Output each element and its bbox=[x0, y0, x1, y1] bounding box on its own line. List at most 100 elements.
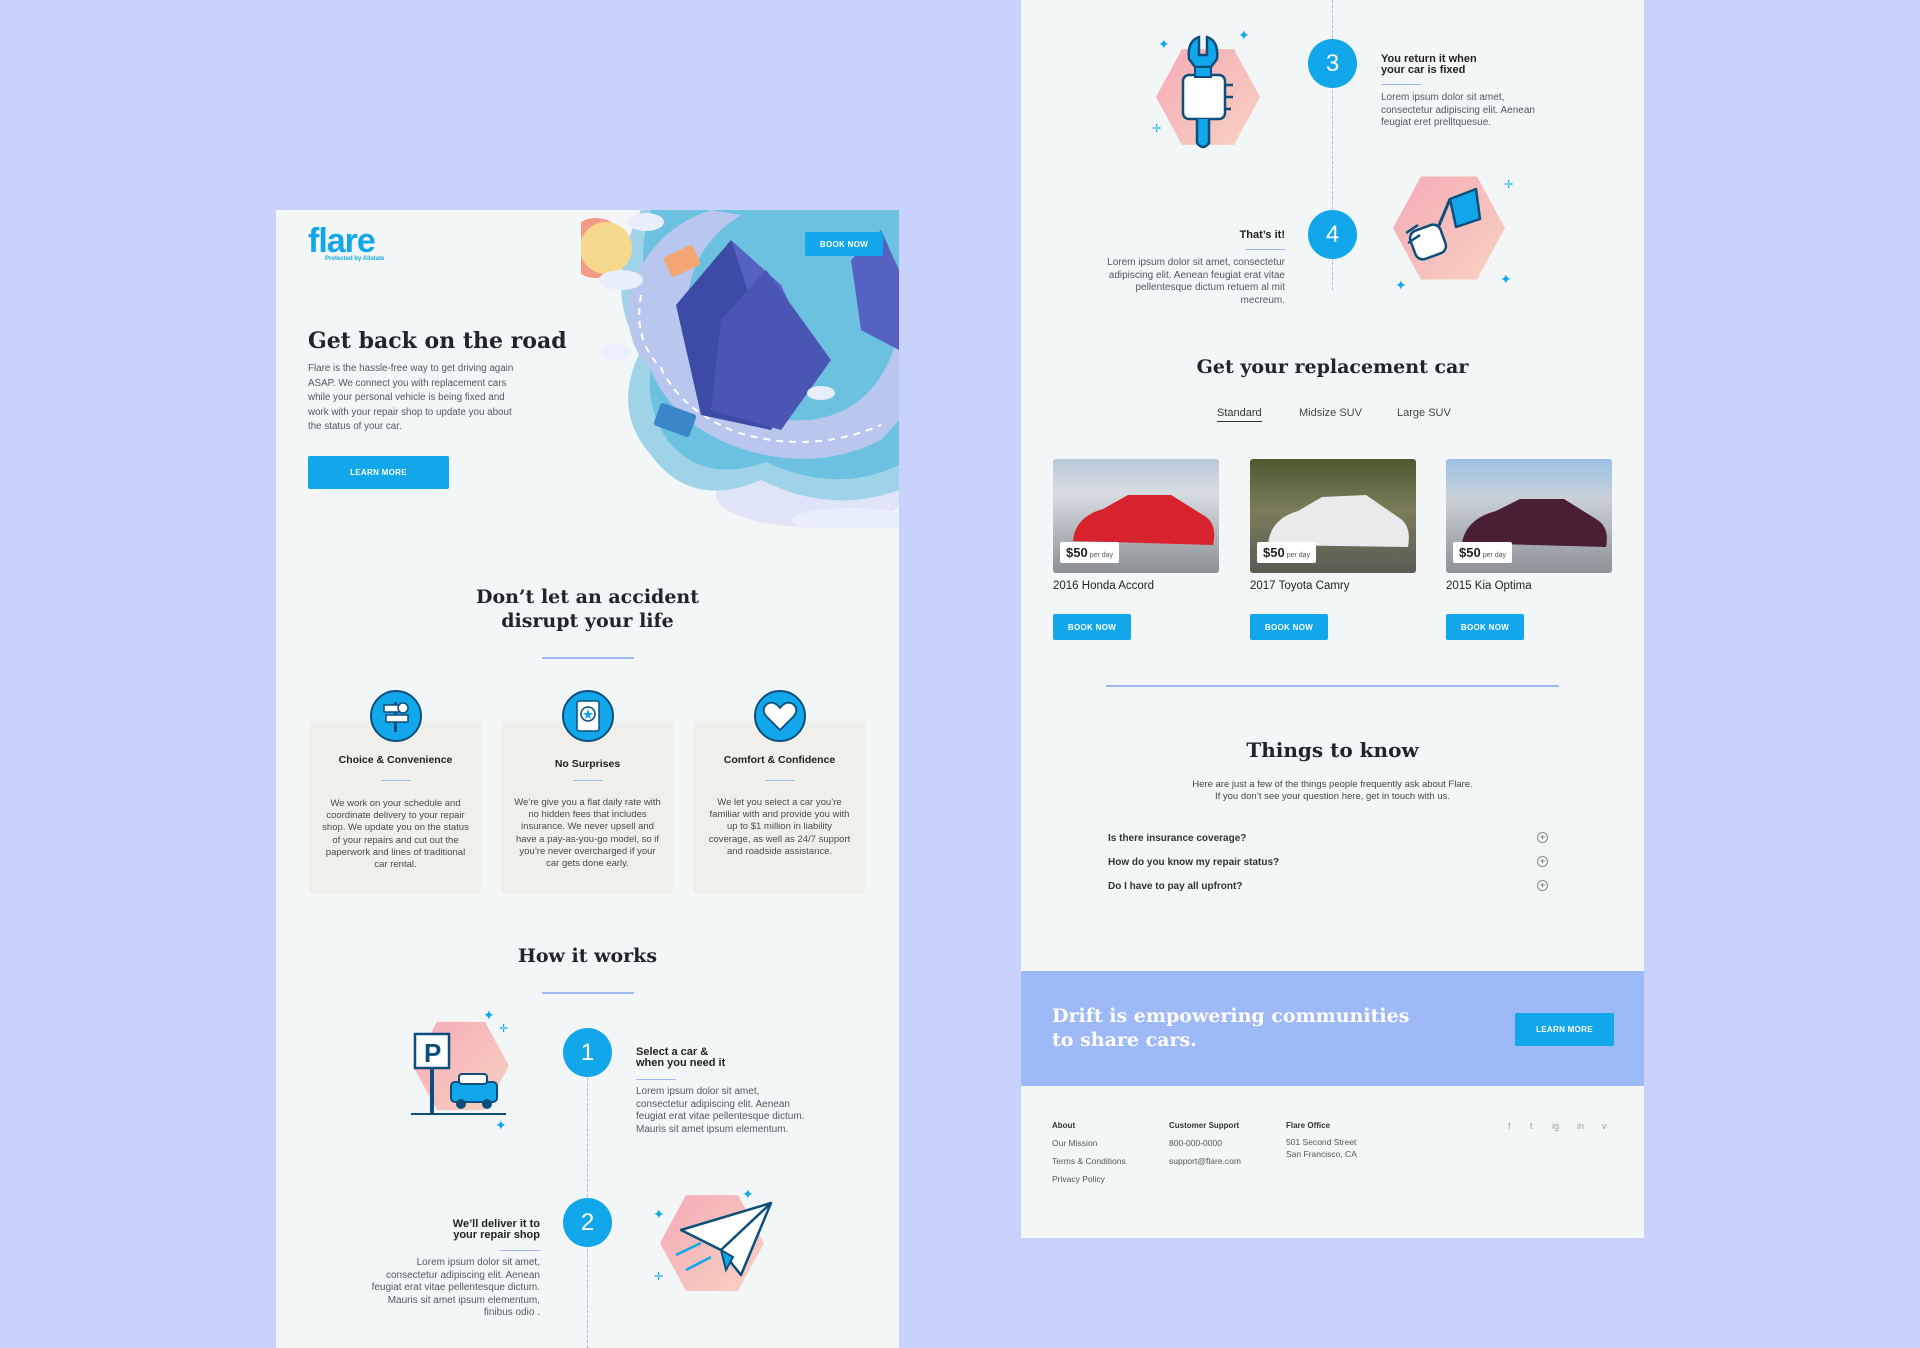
expand-icon[interactable]: + bbox=[1537, 880, 1548, 891]
sparkle-icon: ✦ bbox=[483, 1007, 495, 1023]
hero-title: Get back on the road bbox=[308, 328, 567, 354]
car-photo[interactable]: $50 per day bbox=[1250, 459, 1416, 573]
car-name: 2015 Kia Optima bbox=[1446, 580, 1532, 592]
footer-heading: Flare Office bbox=[1286, 1121, 1331, 1130]
step-number: 1 bbox=[563, 1028, 612, 1077]
landing-page-right: ✦ ✦ ✛ 3 You return it when your car is f… bbox=[1021, 0, 1644, 1238]
benefit-card: Comfort & Confidence We let you select a… bbox=[693, 690, 866, 894]
step-divider bbox=[500, 1250, 540, 1251]
step-text: Lorem ipsum dolor sit amet, consectetur … bbox=[371, 1257, 540, 1318]
benefit-title: Choice & Convenience bbox=[338, 754, 453, 766]
benefits-title-line1: Don’t let an accident bbox=[475, 586, 700, 608]
footer-email[interactable]: support@flare.com bbox=[1169, 1156, 1241, 1166]
banner-text: to share cars. bbox=[1052, 1029, 1197, 1051]
signpost-icon bbox=[370, 690, 422, 742]
vimeo-icon[interactable]: v bbox=[1602, 1121, 1607, 1131]
price-badge: $50 per day bbox=[1453, 542, 1513, 563]
tab-large-suv[interactable]: Large SUV bbox=[1397, 407, 1451, 419]
heart-icon bbox=[754, 690, 806, 742]
benefits-divider bbox=[542, 657, 634, 659]
sparkle-icon: ✦ bbox=[1158, 36, 1170, 52]
price-badge: $50 per day bbox=[1257, 542, 1317, 563]
step-divider bbox=[1381, 84, 1421, 85]
sparkle-icon: ✦ bbox=[653, 1206, 665, 1222]
hero-body: Flare is the hassle-free way to get driv… bbox=[308, 363, 514, 432]
instagram-icon[interactable]: ig bbox=[1552, 1121, 1559, 1131]
sparkle-icon: ✦ bbox=[1395, 277, 1407, 293]
car-name: 2016 Honda Accord bbox=[1053, 580, 1155, 592]
car-body bbox=[1073, 495, 1215, 545]
footer-address: 501 Second Street bbox=[1286, 1137, 1357, 1147]
book-now-button[interactable]: BOOK NOW bbox=[1446, 614, 1524, 640]
cars-title: Get your replacement car bbox=[1196, 356, 1469, 378]
landing-page-left: flare Protected by Allstate BOOK NOW Get… bbox=[276, 210, 899, 1348]
car-body bbox=[1462, 499, 1607, 547]
faq-item[interactable]: Do I have to pay all upfront? + bbox=[1108, 880, 1548, 892]
car-body bbox=[1268, 495, 1409, 547]
linkedin-icon[interactable]: in bbox=[1577, 1121, 1584, 1131]
learn-more-button[interactable]: LEARN MORE bbox=[308, 456, 449, 489]
paper-plane-icon bbox=[675, 1201, 773, 1277]
benefit-text: We’re give you a flat daily rate with no… bbox=[514, 797, 661, 870]
expand-icon[interactable]: + bbox=[1537, 832, 1548, 843]
faq-item[interactable]: Is there insurance coverage? + bbox=[1108, 832, 1548, 844]
step-number: 2 bbox=[563, 1198, 612, 1247]
step-number: 3 bbox=[1308, 39, 1357, 88]
sparkle-icon: ✛ bbox=[499, 1023, 509, 1035]
benefit-card: No Surprises We’re give you a flat daily… bbox=[501, 690, 674, 894]
footer-link[interactable]: Terms & Conditions bbox=[1052, 1156, 1126, 1166]
step-title: your car is fixed bbox=[1381, 64, 1466, 76]
sparkle-icon: ✦ bbox=[1238, 27, 1250, 43]
expand-icon[interactable]: + bbox=[1537, 856, 1548, 867]
facebook-icon[interactable]: f bbox=[1508, 1121, 1511, 1131]
car-name: 2017 Toyota Camry bbox=[1250, 580, 1350, 592]
sparkle-icon: ✦ bbox=[1500, 271, 1512, 287]
sparkle-icon: ✦ bbox=[495, 1117, 507, 1133]
book-now-button[interactable]: BOOK NOW bbox=[805, 232, 883, 256]
flag-hand-icon bbox=[1405, 187, 1482, 261]
benefit-card: Choice & Convenience We work on your sch… bbox=[309, 690, 482, 894]
svg-text:P: P bbox=[424, 1038, 441, 1068]
step-text: Lorem ipsum dolor sit amet, consectetur … bbox=[636, 1086, 805, 1135]
footer-phone[interactable]: 800-000-0000 bbox=[1169, 1138, 1222, 1148]
faq-intro: Here are just a few of the things people… bbox=[1192, 779, 1473, 790]
book-now-button[interactable]: BOOK NOW bbox=[1053, 614, 1131, 640]
twitter-icon[interactable]: t bbox=[1530, 1121, 1533, 1131]
benefit-title: Comfort & Confidence bbox=[723, 754, 836, 766]
parking-icon: P bbox=[411, 1032, 506, 1115]
step-divider bbox=[1245, 249, 1285, 250]
tab-standard[interactable]: Standard bbox=[1217, 407, 1262, 422]
benefit-text: We work on your schedule and coordinate … bbox=[322, 798, 469, 871]
step-text: Lorem ipsum dolor sit amet, consectetur … bbox=[1107, 257, 1285, 306]
step-text: Lorem ipsum dolor sit amet, consectetur … bbox=[1381, 92, 1535, 128]
benefits-title-line2: disrupt your life bbox=[501, 610, 674, 632]
footer-heading: Customer Support bbox=[1169, 1121, 1240, 1130]
sparkle-icon: ✦ bbox=[742, 1186, 754, 1202]
footer-link[interactable]: Privacy Policy bbox=[1052, 1174, 1105, 1184]
wrench-hand-icon bbox=[1181, 35, 1233, 149]
hero-illustration bbox=[581, 210, 899, 528]
faq-item[interactable]: How do you know my repair status? + bbox=[1108, 856, 1548, 868]
promo-banner: Drift is empowering communities to share… bbox=[1021, 971, 1644, 1086]
benefit-title: No Surprises bbox=[554, 758, 621, 770]
banner-text: Drift is empowering communities bbox=[1052, 1005, 1410, 1027]
sparkle-icon: ✛ bbox=[654, 1271, 664, 1283]
faq-title: Things to know bbox=[1246, 738, 1419, 762]
badge-icon bbox=[562, 690, 614, 742]
car-photo[interactable]: $50 per day bbox=[1053, 459, 1219, 573]
step-title: your repair shop bbox=[453, 1229, 540, 1241]
car-photo[interactable]: $50 per day bbox=[1446, 459, 1612, 573]
logo-tagline: Protected by Allstate bbox=[325, 256, 385, 262]
book-now-button[interactable]: BOOK NOW bbox=[1250, 614, 1328, 640]
footer-address: San Francisco, CA bbox=[1286, 1149, 1357, 1159]
sparkle-icon: ✛ bbox=[1152, 123, 1162, 135]
learn-more-button[interactable]: LEARN MORE bbox=[1515, 1013, 1614, 1046]
price-badge: $50 per day bbox=[1060, 542, 1120, 563]
step-number: 4 bbox=[1308, 210, 1357, 259]
footer-link[interactable]: Our Mission bbox=[1052, 1138, 1097, 1148]
section-divider bbox=[1106, 685, 1559, 687]
sparkle-icon: ✛ bbox=[1504, 179, 1514, 191]
tab-midsize-suv[interactable]: Midsize SUV bbox=[1299, 407, 1362, 419]
faq-intro: If you don’t see your question here, get… bbox=[1214, 791, 1450, 802]
step-title: That’s it! bbox=[1239, 229, 1285, 241]
